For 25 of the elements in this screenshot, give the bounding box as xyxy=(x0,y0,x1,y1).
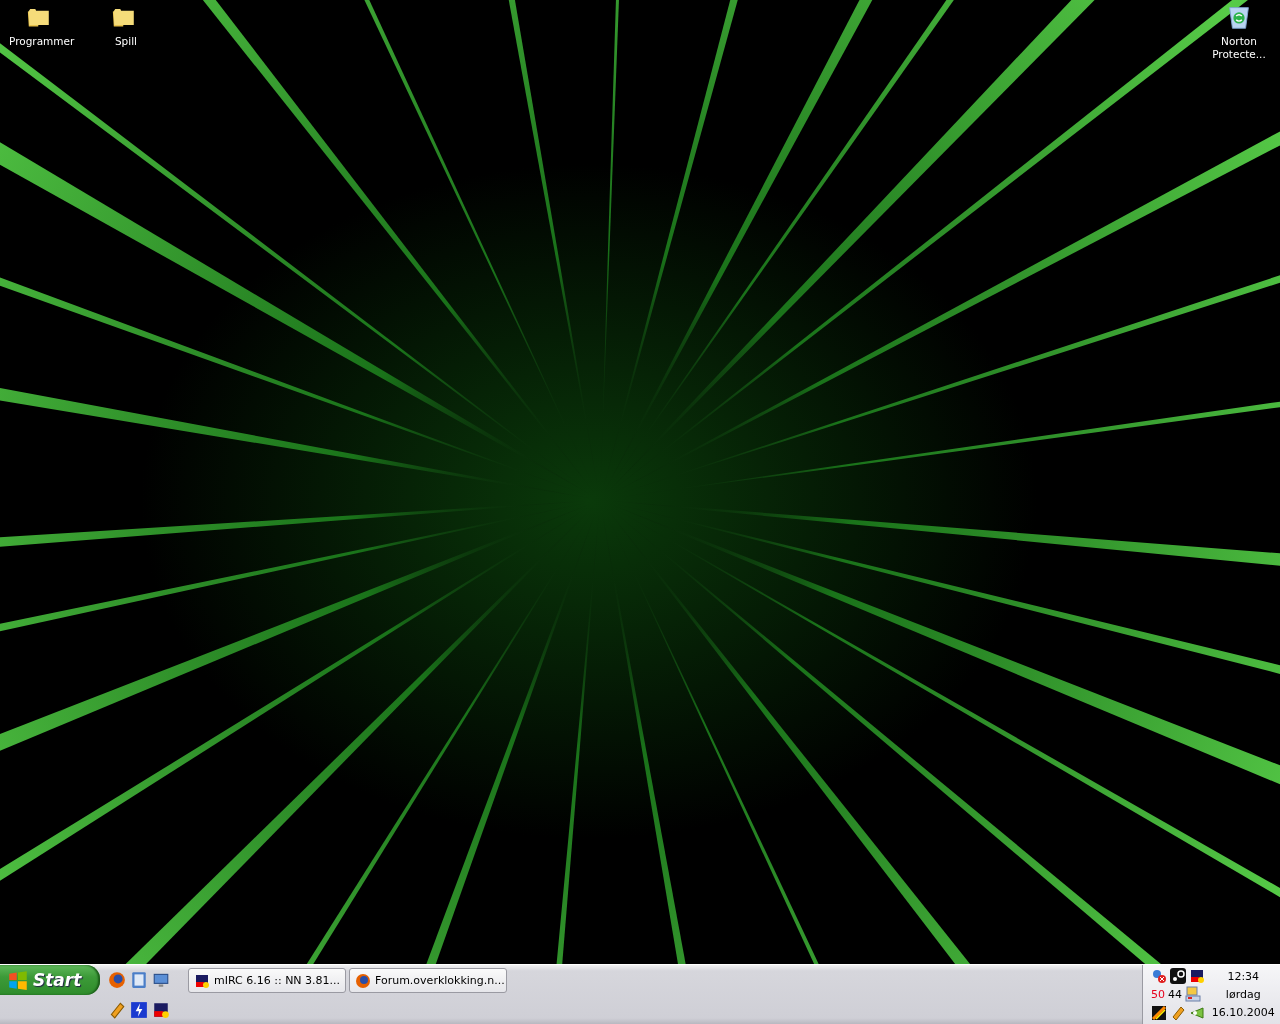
task-button[interactable]: mIRC 6.16 :: NN 3.81... xyxy=(188,968,346,993)
browser-icon xyxy=(355,972,371,989)
desktop-icon-label[interactable]: Spill xyxy=(94,35,158,48)
chat-app-icon[interactable] xyxy=(1189,968,1205,985)
pencil-icon[interactable] xyxy=(108,1001,126,1019)
desktop-icon-label[interactable]: Programmer xyxy=(9,35,73,48)
temperature-reading: 50 xyxy=(1151,988,1165,1001)
clock-time[interactable]: 12:34 xyxy=(1210,969,1276,983)
document-icon[interactable] xyxy=(130,971,148,989)
browser-icon[interactable] xyxy=(108,971,126,989)
clock-day: lørdag xyxy=(1210,988,1276,1001)
chat-app-icon xyxy=(194,972,210,989)
pencil-icon[interactable] xyxy=(1170,1004,1186,1021)
windows-logo-icon xyxy=(8,970,28,990)
start-button[interactable]: Start xyxy=(0,965,100,995)
temperature-reading: 44 xyxy=(1168,988,1182,1001)
chat-app-icon[interactable] xyxy=(152,1001,170,1019)
lightning-icon[interactable] xyxy=(130,1001,148,1019)
desktop-icon-label[interactable]: Norton Protecte... xyxy=(1207,35,1271,61)
computer-icon[interactable] xyxy=(1185,986,1201,1003)
monitor-icon[interactable] xyxy=(152,971,170,989)
color-stripes-icon[interactable] xyxy=(1151,1004,1167,1021)
task-button[interactable]: Forum.overklokking.n... xyxy=(349,968,507,993)
network-error-icon[interactable] xyxy=(1151,968,1167,985)
clock-date: 16.10.2004 xyxy=(1210,1006,1276,1020)
